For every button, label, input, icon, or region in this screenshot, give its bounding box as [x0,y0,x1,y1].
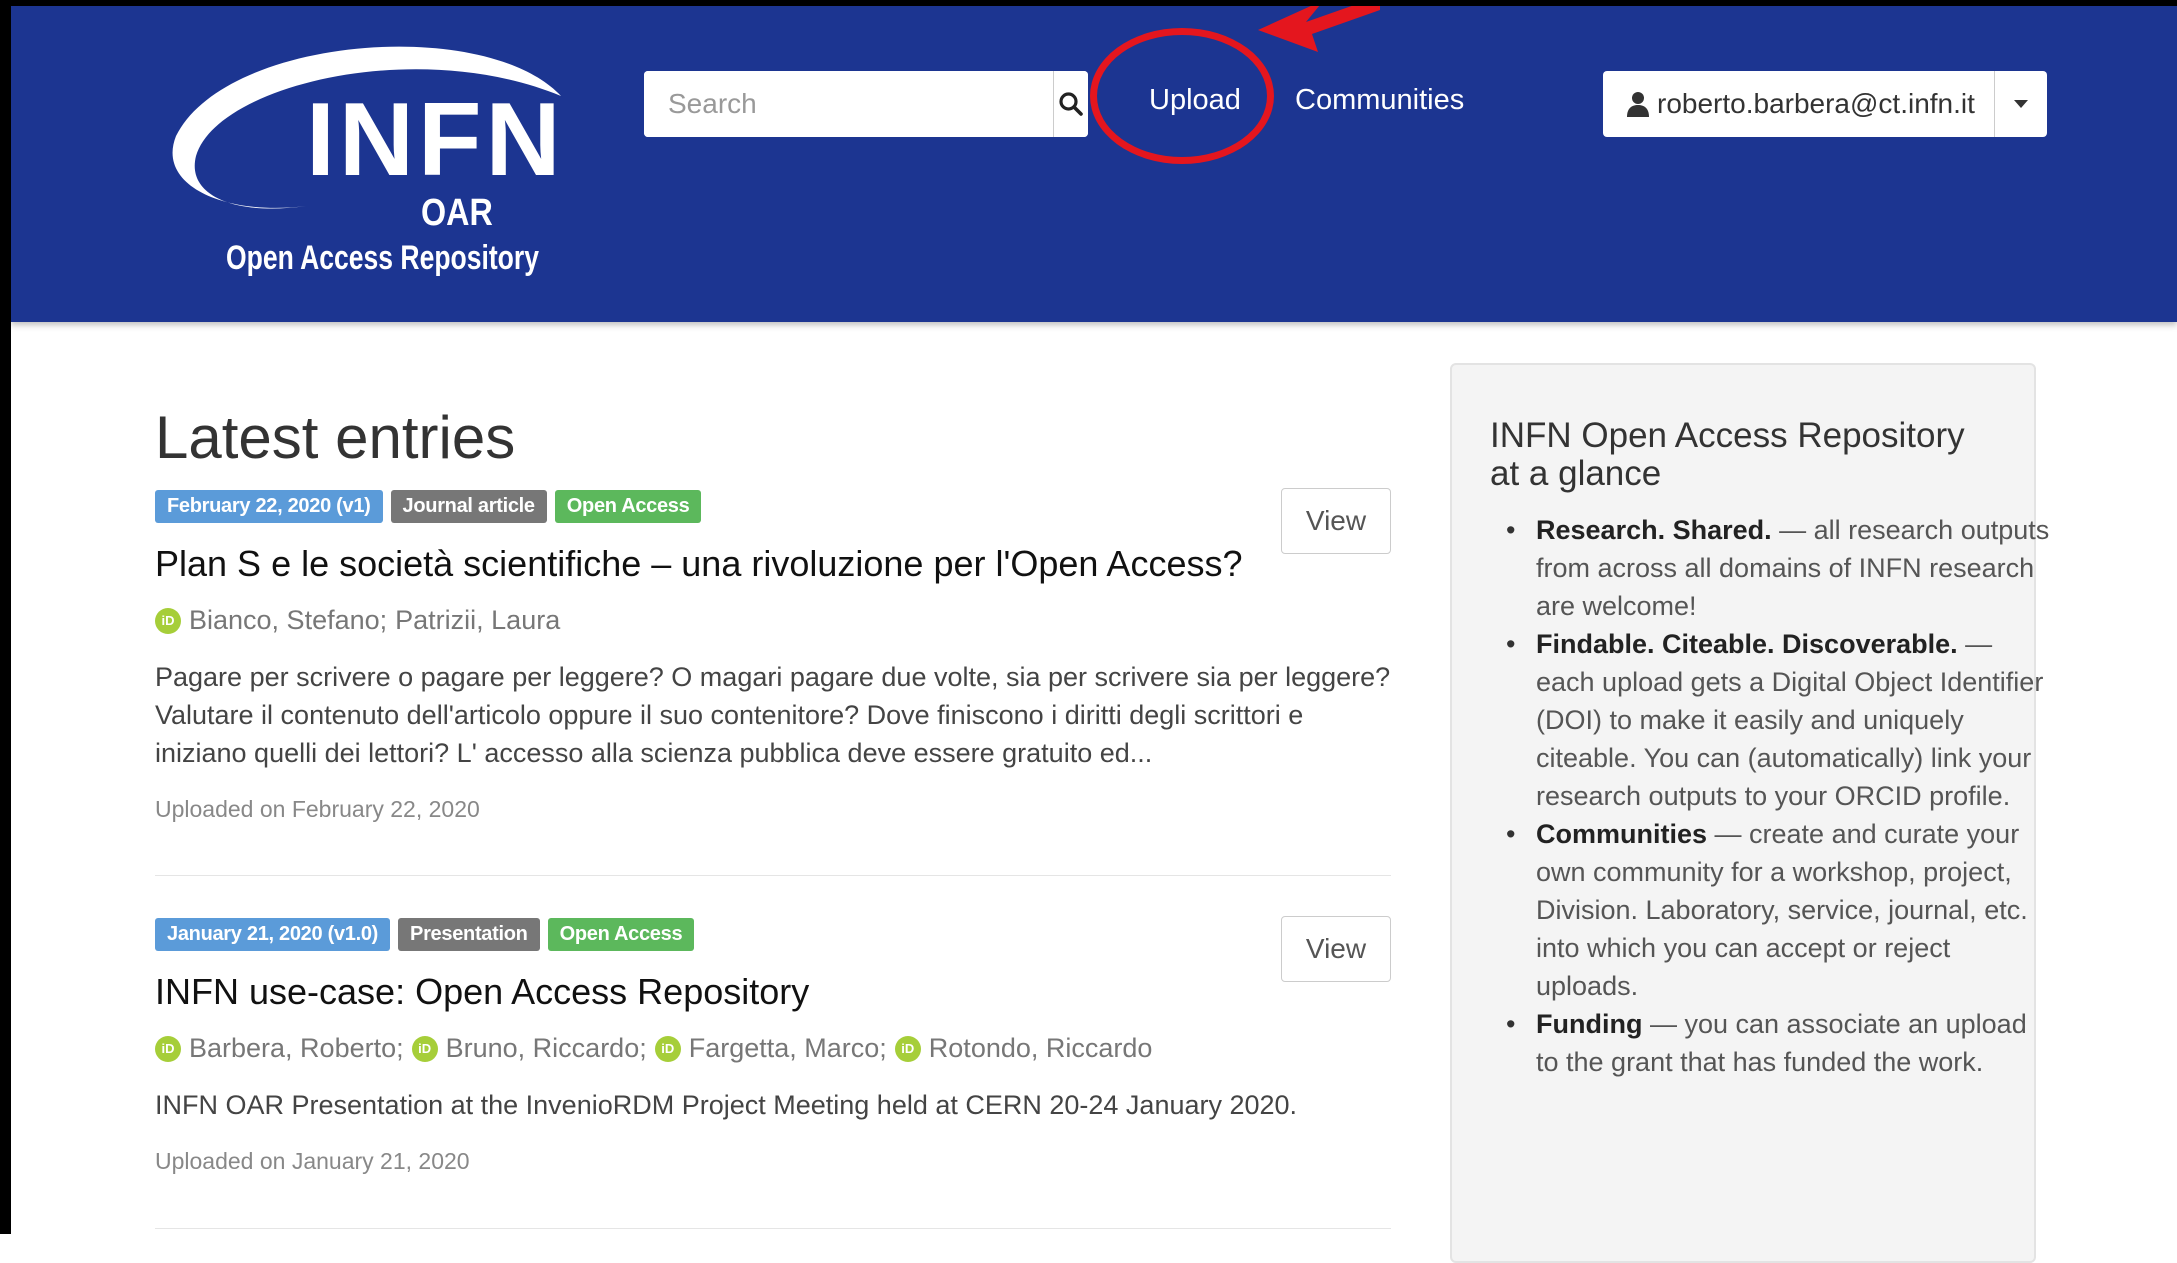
nav-upload-link[interactable]: Upload [1149,84,1241,117]
entry-card: January 21, 2020 (v1.0) Presentation Ope… [155,916,1391,1175]
entry-divider [155,1228,1391,1229]
feature-list: Research. Shared. — all research outputs… [1490,511,2056,1081]
view-button[interactable]: View [1281,916,1391,982]
orcid-icon: iD [894,1035,921,1062]
author-name: Bianco, Stefano; [189,605,388,635]
view-button[interactable]: View [1281,488,1391,554]
about-sidebar: INFN Open Access Repository at a glance … [1450,363,2049,1263]
logo-subtitle: Open Access Repository [226,239,539,277]
access-badge[interactable]: Open Access [547,918,695,951]
entry-badges: January 21, 2020 (v1.0) Presentation Ope… [155,918,1391,951]
feature-heading: Findable. Citeable. Discoverable. [1536,629,1958,659]
version-date-badge[interactable]: January 21, 2020 (v1.0) [155,918,391,951]
infn-oar-logo[interactable]: INFN OAR Open Access Repository [166,26,566,291]
entry-badges: February 22, 2020 (v1) Journal article O… [155,490,1391,523]
sidebar-title-line: at a glance [1490,454,1662,493]
orcid-icon: iD [155,1035,181,1062]
description-line: iniziano quelli dei lettori? L' accesso … [155,738,1153,768]
user-dropdown-toggle[interactable] [1994,71,2047,137]
author-link[interactable]: iD Bianco, Stefano; [155,605,387,636]
author-link[interactable]: iD Fargetta, Marco; [654,1033,887,1064]
entry-divider [155,875,1391,876]
user-account-button[interactable]: roberto.barbera@ct.infn.it [1603,71,1994,137]
description-line: Valutare il contenuto dell'articolo oppu… [155,700,1304,730]
feature-heading: Communities [1536,819,1708,849]
feature-item: Funding — you can associate an upload to… [1506,1005,2056,1081]
upload-date: Uploaded on January 21, 2020 [155,1148,470,1174]
entry-description: INFN OAR Presentation at the InvenioRDM … [155,1086,1391,1124]
orcid-icon: iD [654,1035,681,1062]
sidebar-title-line: INFN Open Access Repository [1490,416,1965,455]
entry-description: Pagare per scrivere o pagare per leggere… [155,658,1391,772]
author-name: Bruno, Riccardo; [445,1033,647,1063]
description-line: Pagare per scrivere o pagare per leggere… [155,662,1391,692]
sidebar-title: INFN Open Access Repository at a glance [1490,417,2010,493]
page-title: Latest entries [155,404,516,471]
entry-authors: iD Barbera, Roberto; iD Bruno, Riccardo; i… [155,1033,1391,1064]
resource-type-badge[interactable]: Journal article [390,490,547,523]
nav-communities-link[interactable]: Communities [1295,84,1464,117]
feature-item: Research. Shared. — all research outputs… [1506,511,2056,625]
feature-heading: Funding [1536,1009,1643,1039]
entry-title-link[interactable]: Plan S e le società scientifiche – una r… [155,543,1391,585]
search-bar [644,71,1088,137]
feature-item: Communities — create and curate your own… [1506,815,2056,1005]
entry-card: February 22, 2020 (v1) Journal article O… [155,488,1391,823]
search-input[interactable] [644,71,1053,137]
feature-item: Findable. Citeable. Discoverable. — each… [1506,625,2056,815]
orcid-icon: iD [155,607,181,634]
author-link[interactable]: iD Bruno, Riccardo; [411,1033,647,1064]
author-name: Patrizii, Laura [395,605,561,635]
author-name: Fargetta, Marco; [688,1033,887,1063]
logo-text-oar: OAR [421,192,493,234]
caret-down-icon [2014,99,2028,108]
description-line: INFN OAR Presentation at the InvenioRDM … [155,1090,1298,1120]
access-badge[interactable]: Open Access [554,490,702,523]
author-link[interactable]: iD Barbera, Roberto; [155,1033,404,1064]
upload-date: Uploaded on February 22, 2020 [155,796,480,822]
site-header: INFN OAR Open Access Repository Upload C… [11,6,2177,322]
logo-text-infn: INFN [306,82,565,198]
resource-type-badge[interactable]: Presentation [398,918,540,951]
user-icon [1627,92,1649,117]
orcid-icon: iD [411,1035,438,1062]
user-menu: roberto.barbera@ct.infn.it [1603,71,2047,137]
author-link[interactable]: iD Rotondo, Riccardo [894,1033,1153,1064]
author-name: Rotondo, Riccardo [928,1033,1153,1063]
entry-authors: iD Bianco, Stefano; Patrizii, Laura [155,605,1391,636]
search-button[interactable] [1053,71,1088,137]
version-date-badge[interactable]: February 22, 2020 (v1) [155,490,383,523]
user-email: roberto.barbera@ct.infn.it [1657,88,1975,119]
author-link[interactable]: Patrizii, Laura [395,605,560,636]
author-name: Barbera, Roberto; [189,1033,404,1063]
feature-heading: Research. Shared. [1536,515,1772,545]
entry-title-link[interactable]: INFN use-case: Open Access Repository [155,971,1391,1013]
search-icon [1059,92,1083,116]
